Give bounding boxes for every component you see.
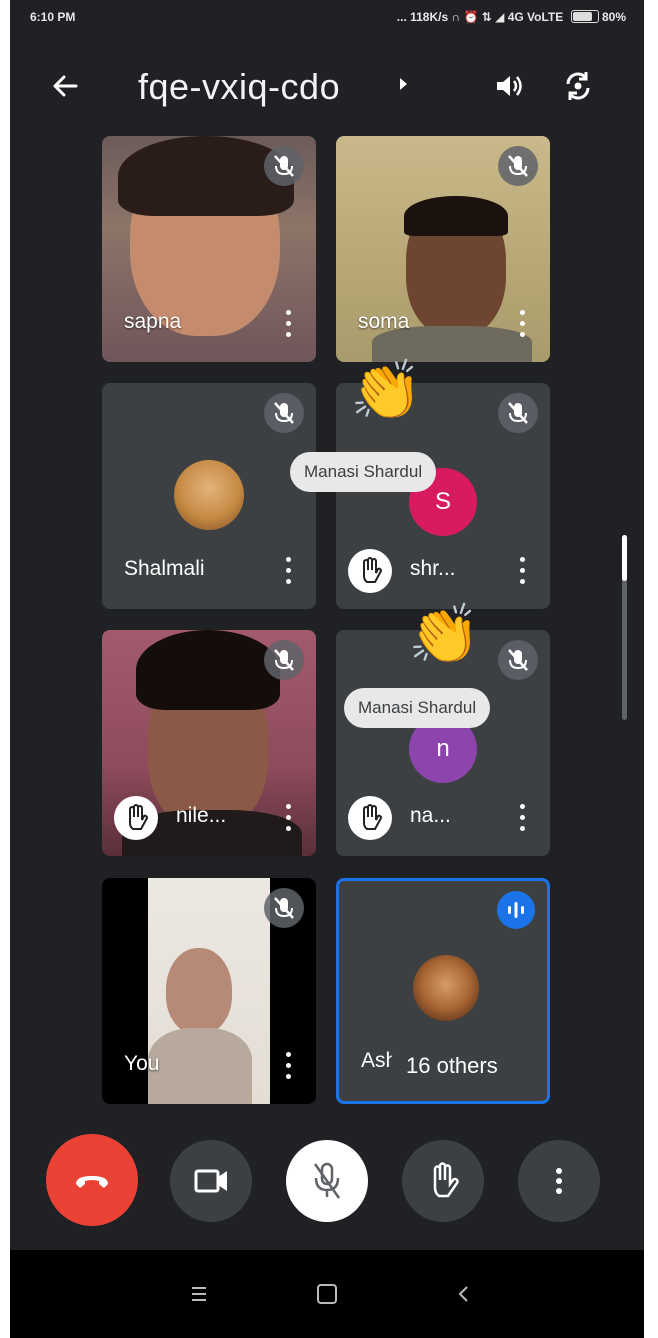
mic-off-icon (274, 897, 294, 919)
reaction-sender-label: Manasi Shardul (290, 452, 437, 492)
mic-off-icon (274, 649, 294, 671)
raised-hand-icon (363, 804, 382, 830)
mic-off-icon (274, 155, 294, 177)
participant-video-hair (136, 630, 280, 710)
mic-off-icon (274, 402, 294, 424)
participant-video-body (148, 1028, 252, 1104)
camera-button[interactable] (170, 1140, 252, 1222)
raise-hand-icon (433, 1162, 459, 1198)
more-options-icon (556, 1168, 562, 1194)
participant-more-icon[interactable] (286, 557, 292, 585)
battery-icon (570, 10, 599, 23)
participant-name: soma (358, 310, 410, 333)
meeting-code[interactable]: fqe-vxiq-cdo (138, 66, 340, 108)
call-controls (10, 1118, 644, 1238)
participant-more-icon[interactable] (520, 804, 526, 832)
raised-hand-badge (114, 796, 158, 840)
muted-mic-badge (264, 888, 304, 928)
mic-off-icon (508, 649, 528, 671)
microphone-button[interactable] (286, 1140, 368, 1222)
participant-tile-you[interactable]: You (102, 878, 316, 1104)
participant-name: na... (410, 804, 451, 827)
participant-name: sapna (124, 310, 182, 333)
participant-more-icon[interactable] (286, 804, 292, 832)
participant-avatar (174, 460, 244, 530)
others-count-chip[interactable]: 16 others (390, 1043, 514, 1089)
scrollbar-thumb[interactable] (622, 535, 627, 581)
status-indicators: ... 118K/s ∩ ⏰ ⇅ ◢ 4G VoLTE 80% (397, 10, 626, 24)
muted-mic-badge (264, 146, 304, 186)
participant-name: nile... (176, 804, 227, 827)
switch-camera-icon (566, 72, 590, 100)
muted-mic-badge (264, 640, 304, 680)
reaction-sender-label: Manasi Shardul (344, 688, 491, 728)
clapping-hands-emoji: 👏 (408, 602, 481, 667)
end-call-button[interactable] (46, 1134, 138, 1226)
system-navigation-bar (10, 1250, 644, 1338)
meeting-details-caret-icon[interactable] (400, 78, 407, 90)
status-bar: 6:10 PM ... 118K/s ∩ ⏰ ⇅ ◢ 4G VoLTE 80% (10, 0, 644, 36)
recent-apps-button[interactable] (188, 1286, 210, 1302)
status-icons: ... 118K/s ∩ ⏰ ⇅ ◢ 4G VoLTE (396, 10, 564, 24)
back-arrow-icon (53, 75, 78, 97)
muted-mic-badge (498, 640, 538, 680)
clapping-hands-emoji: 👏 (350, 358, 423, 423)
back-nav-button[interactable] (454, 1284, 474, 1304)
participant-video-face (166, 948, 232, 1034)
mic-off-icon (313, 1162, 341, 1199)
speaking-badge (497, 891, 535, 929)
raised-hand-icon (363, 557, 382, 583)
raised-hand-badge (348, 549, 392, 593)
muted-mic-badge (498, 146, 538, 186)
participant-more-icon[interactable] (520, 310, 526, 338)
participant-more-icon[interactable] (286, 310, 292, 338)
meeting-header: fqe-vxiq-cdo (10, 48, 644, 128)
chevron-left-icon (458, 1286, 468, 1302)
participant-tile-sapna[interactable]: sapna (102, 136, 316, 362)
end-call-icon (76, 1176, 108, 1188)
more-options-button[interactable] (518, 1140, 600, 1222)
participant-avatar (413, 955, 479, 1021)
camera-icon (194, 1169, 227, 1193)
back-button[interactable] (46, 66, 86, 106)
raised-hand-badge (348, 796, 392, 840)
muted-mic-badge (498, 393, 538, 433)
speaker-icon (497, 76, 522, 96)
mic-off-icon (508, 155, 528, 177)
participant-more-icon[interactable] (520, 557, 526, 585)
audio-level-icon (508, 902, 524, 918)
menu-icon (192, 1287, 206, 1301)
participant-more-icon[interactable] (286, 1052, 292, 1080)
speaker-button[interactable] (488, 66, 528, 106)
raised-hand-icon (129, 804, 148, 830)
muted-mic-badge (264, 393, 304, 433)
participant-name: Shalmali (124, 557, 205, 580)
participant-video-hair (404, 196, 508, 236)
status-time: 6:10 PM (30, 10, 76, 24)
meet-screen: 6:10 PM ... 118K/s ∩ ⏰ ⇅ ◢ 4G VoLTE 80% … (10, 0, 644, 1338)
participant-name: shr... (410, 557, 456, 580)
participant-name: You (124, 1052, 160, 1075)
participant-tile-shalmali[interactable]: Shalmali (102, 383, 316, 609)
battery-level: 80% (601, 10, 626, 24)
switch-camera-button[interactable] (558, 66, 598, 106)
home-button[interactable] (317, 1284, 337, 1304)
mic-off-icon (508, 402, 528, 424)
participant-tile-soma[interactable]: soma (336, 136, 550, 362)
participant-tile-nile[interactable]: nile... (102, 630, 316, 856)
raise-hand-button[interactable] (402, 1140, 484, 1222)
